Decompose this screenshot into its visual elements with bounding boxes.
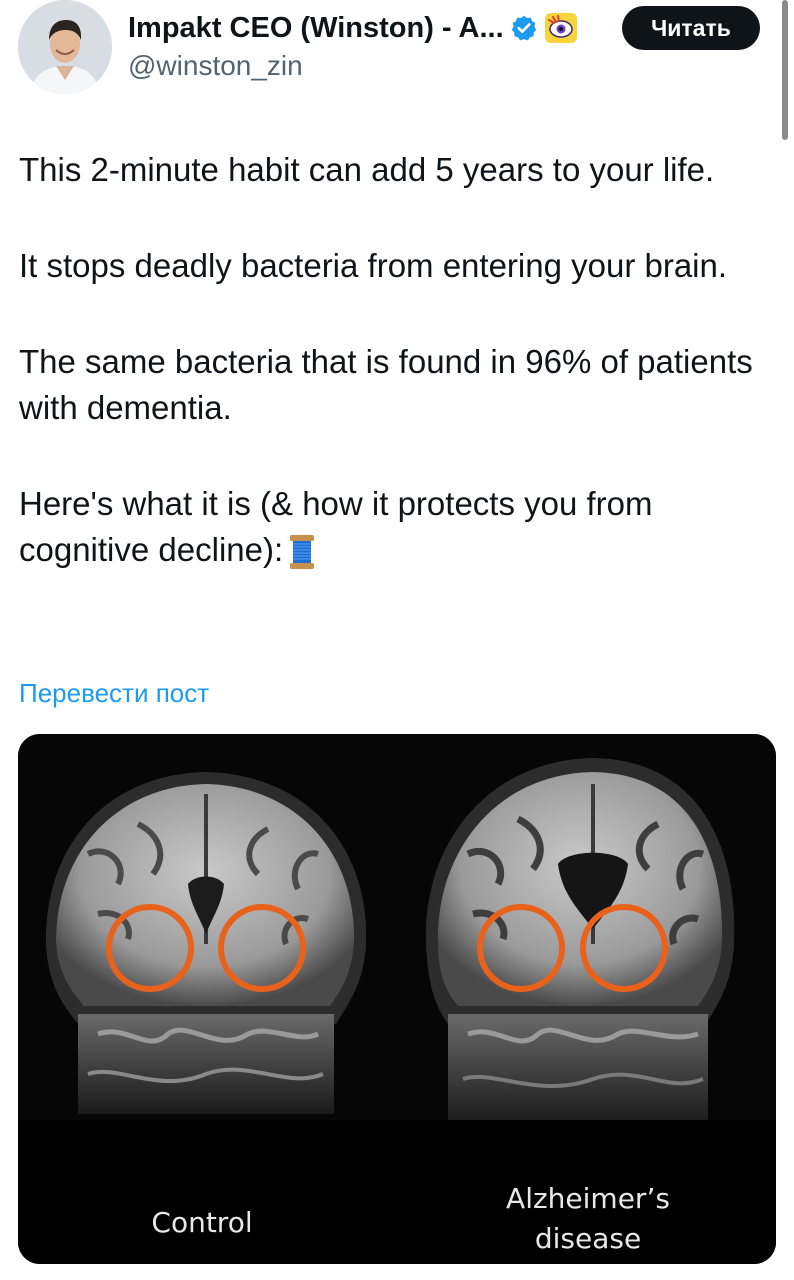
tweet-media-image[interactable]: Control Alzheimer’s disease [18, 734, 776, 1264]
verified-badge-icon [510, 14, 538, 42]
translate-post-link[interactable]: Перевести пост [19, 678, 209, 709]
avatar[interactable] [18, 0, 112, 94]
author-display-name[interactable]: Impakt CEO (Winston) - A... [128, 12, 504, 45]
author-name-row[interactable]: Impakt CEO (Winston) - A... [128, 8, 578, 48]
alzheimers-label-line2: disease [534, 1222, 642, 1255]
control-label: Control [151, 1206, 253, 1239]
tweet-paragraph-last: Here's what it is (& how it protects you… [19, 481, 779, 573]
author-handle[interactable]: @winston_zin [128, 50, 303, 82]
cartoon-eye-badge-icon [544, 12, 578, 44]
alzheimer-brain-scan [425, 758, 735, 1124]
tweet-paragraph: Here's what it is (& how it protects you… [19, 485, 653, 568]
tweet-paragraph: The same bacteria that is found in 96% o… [19, 343, 753, 426]
tweet-paragraph: It stops deadly bacteria from entering y… [19, 247, 728, 284]
tweet-paragraph: This 2-minute habit can add 5 years to y… [19, 151, 715, 188]
alzheimers-label-line1: Alzheimer’s [506, 1182, 670, 1215]
follow-button[interactable]: Читать [622, 6, 760, 50]
tweet-text: This 2-minute habit can add 5 years to y… [19, 147, 779, 623]
control-brain-scan [45, 772, 367, 1114]
thread-spool-icon [287, 533, 317, 571]
tweet-header: Impakt CEO (Winston) - A... @winston_zin… [0, 0, 794, 110]
